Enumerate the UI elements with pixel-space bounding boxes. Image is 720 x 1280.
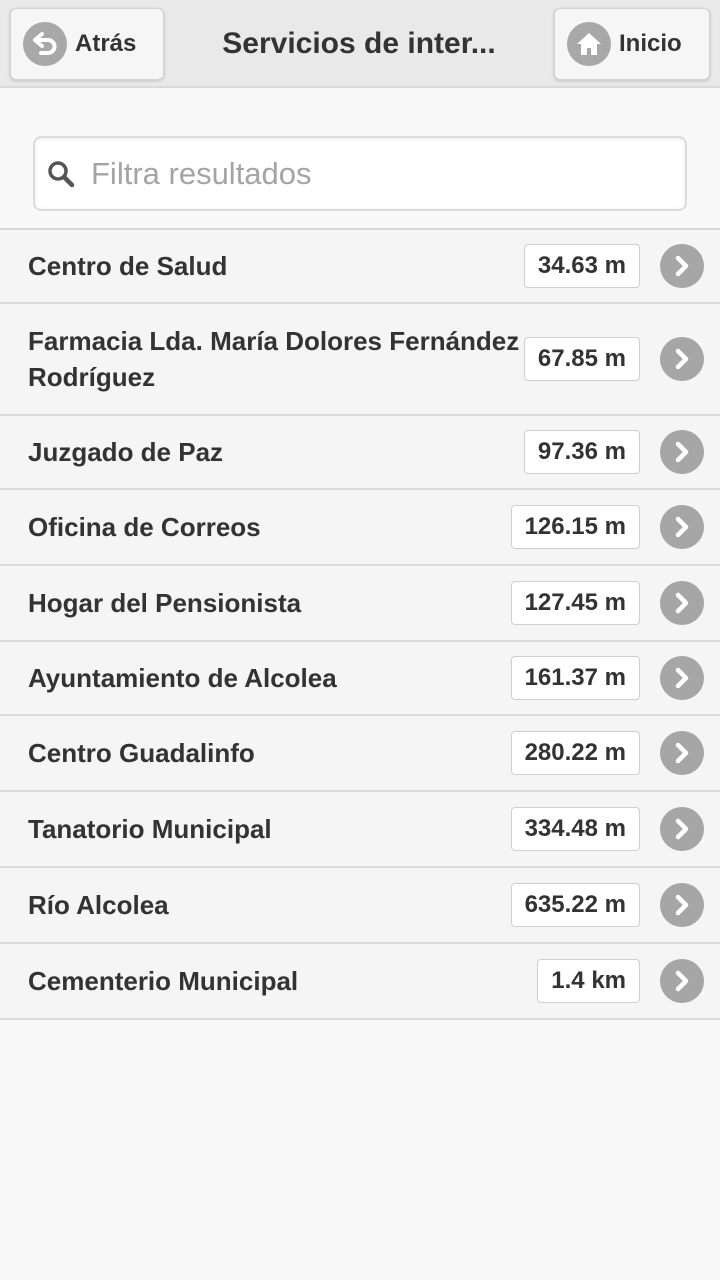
item-distance: 97.36 m (523, 430, 640, 474)
item-name: Cementerio Municipal (28, 966, 299, 996)
list-item[interactable]: Río Alcolea 635.22 m (0, 868, 720, 944)
item-distance: 334.48 m (510, 807, 640, 851)
home-icon (567, 22, 611, 66)
item-name: Farmacia Lda. María Dolores Fernández Ro… (28, 326, 520, 392)
item-name: Hogar del Pensionista (28, 588, 302, 618)
chevron-right-icon[interactable] (660, 883, 704, 927)
header-bar: Atrás Servicios de inter... Inicio (0, 0, 720, 88)
back-button[interactable]: Atrás (10, 8, 164, 80)
chevron-right-icon[interactable] (660, 656, 704, 700)
list-item[interactable]: Centro de Salud 34.63 m (0, 230, 720, 304)
back-label: Atrás (75, 30, 137, 57)
search-field[interactable] (33, 136, 687, 211)
item-name: Río Alcolea (28, 890, 169, 920)
list-item[interactable]: Centro Guadalinfo 280.22 m (0, 716, 720, 792)
list-item[interactable]: Oficina de Correos 126.15 m (0, 490, 720, 566)
item-name: Oficina de Correos (28, 512, 261, 542)
list-item[interactable]: Tanatorio Municipal 334.48 m (0, 792, 720, 868)
list-item[interactable]: Farmacia Lda. María Dolores Fernández Ro… (0, 304, 720, 416)
item-distance: 34.63 m (523, 244, 640, 288)
item-name: Centro de Salud (28, 251, 228, 281)
chevron-right-icon[interactable] (660, 337, 704, 381)
item-distance: 635.22 m (510, 883, 640, 927)
home-label: Inicio (619, 30, 682, 57)
item-name: Juzgado de Paz (28, 437, 224, 467)
list-item[interactable]: Cementerio Municipal 1.4 km (0, 944, 720, 1020)
chevron-right-icon[interactable] (660, 244, 704, 288)
filter-bar (0, 88, 720, 230)
list-item[interactable]: Ayuntamiento de Alcolea 161.37 m (0, 642, 720, 716)
chevron-right-icon[interactable] (660, 731, 704, 775)
search-input[interactable] (91, 146, 671, 202)
results-list: Centro de Salud 34.63 m Farmacia Lda. Ma… (0, 228, 720, 1020)
back-arrow-icon (23, 22, 67, 66)
item-name: Ayuntamiento de Alcolea (28, 663, 337, 693)
item-distance: 280.22 m (510, 731, 640, 775)
page-title: Servicios de inter... (222, 27, 496, 60)
item-distance: 1.4 km (537, 959, 640, 1003)
item-name: Centro Guadalinfo (28, 738, 255, 768)
chevron-right-icon[interactable] (660, 430, 704, 474)
chevron-right-icon[interactable] (660, 807, 704, 851)
item-name: Tanatorio Municipal (28, 814, 272, 844)
item-distance: 161.37 m (510, 656, 640, 700)
list-item[interactable]: Hogar del Pensionista 127.45 m (0, 566, 720, 642)
item-distance: 67.85 m (523, 337, 640, 381)
home-button[interactable]: Inicio (554, 8, 710, 80)
item-distance: 127.45 m (510, 581, 640, 625)
search-icon (45, 158, 77, 195)
chevron-right-icon[interactable] (660, 581, 704, 625)
item-distance: 126.15 m (510, 505, 640, 549)
chevron-right-icon[interactable] (660, 505, 704, 549)
list-item[interactable]: Juzgado de Paz 97.36 m (0, 416, 720, 490)
chevron-right-icon[interactable] (660, 959, 704, 1003)
